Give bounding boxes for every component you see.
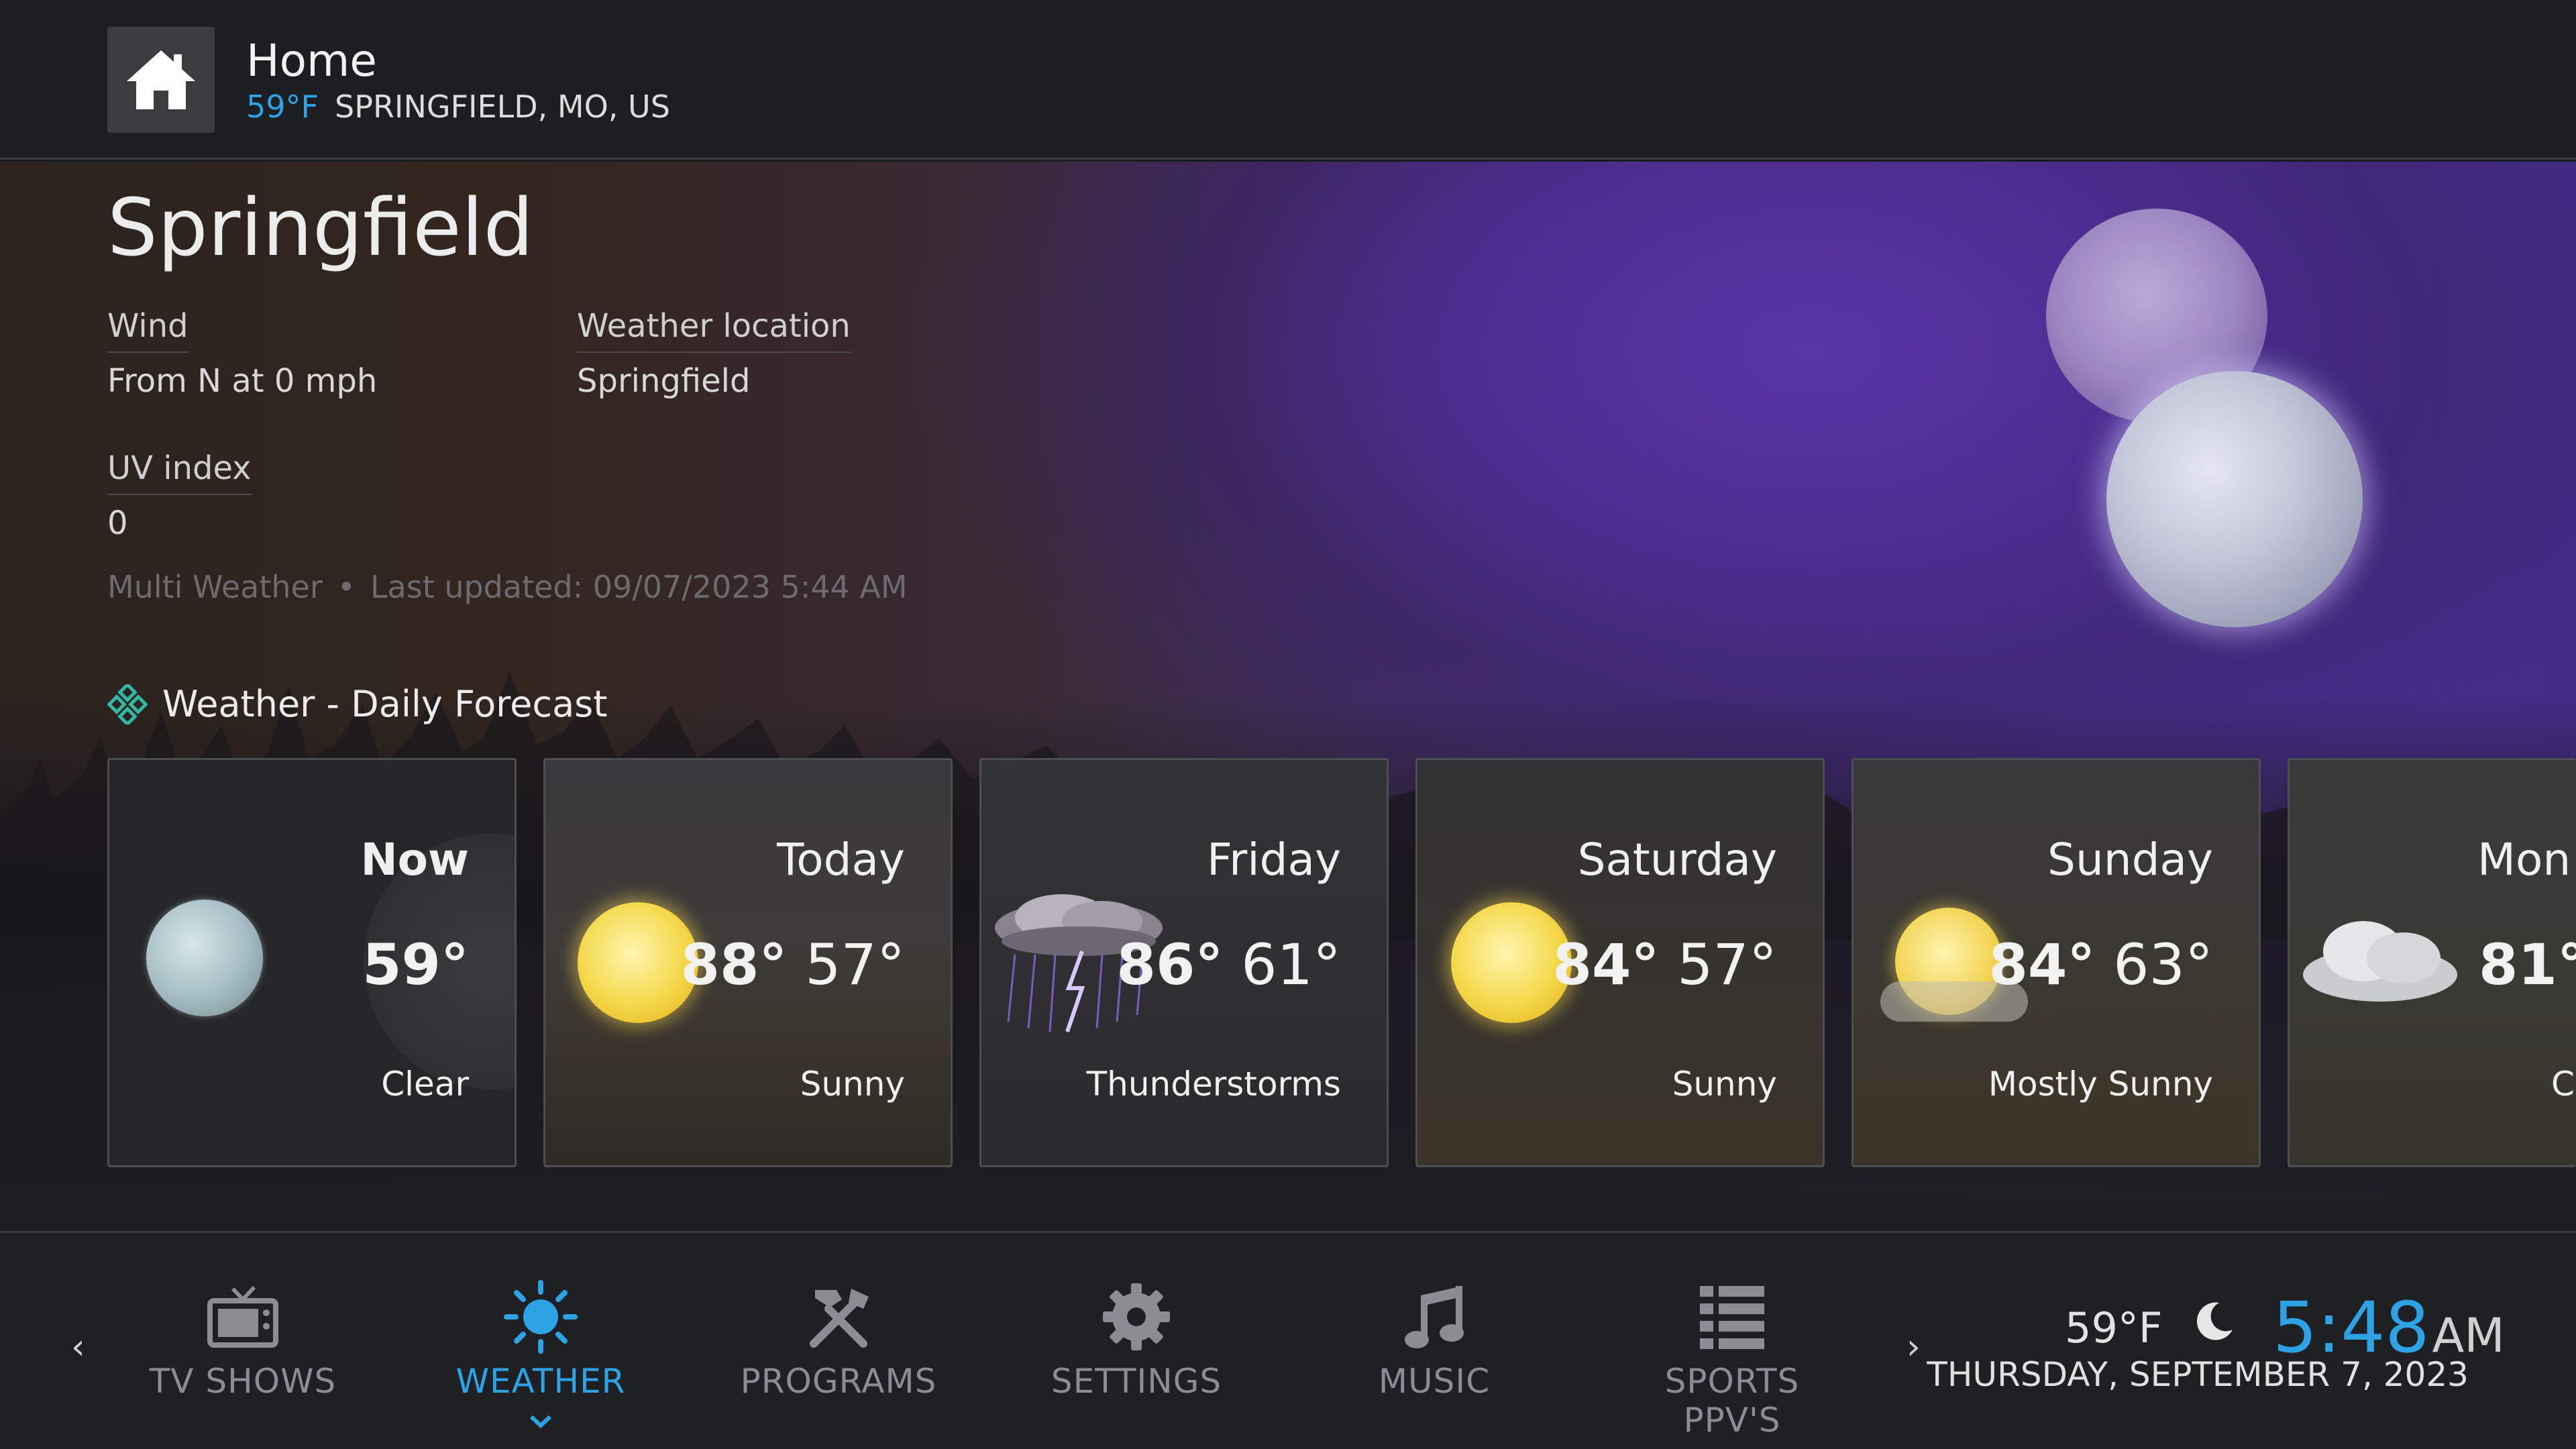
forecast-low: 63° xyxy=(2113,932,2213,998)
forecast-high: 88° xyxy=(680,932,788,998)
forecast-card-now[interactable]: Now 59° Clear xyxy=(107,758,517,1167)
forecast-section-header: Weather - Daily Forecast xyxy=(107,683,607,725)
moon-crescent-icon xyxy=(2196,1302,2233,1340)
nav-label: PROGRAMS xyxy=(740,1362,937,1401)
forecast-condition: Cl xyxy=(2551,1065,2576,1104)
chevron-down-icon xyxy=(529,1415,552,1429)
forecast-high: 59° xyxy=(362,932,469,998)
forecast-temps: 88° 57° xyxy=(681,932,906,998)
sun-icon xyxy=(504,1280,578,1354)
forecast-condition: Thunderstorms xyxy=(1086,1065,1341,1104)
tv-icon xyxy=(207,1285,278,1348)
nav-label: SPORTS PPV'S xyxy=(1664,1362,1800,1440)
city-title: Springfield xyxy=(107,181,534,274)
forecast-temps: 86° 61° xyxy=(1117,932,1342,998)
forecast-temps: 84° 57° xyxy=(1553,932,1778,998)
uv-index-value: 0 xyxy=(107,504,128,542)
forecast-temps: 84° 63° xyxy=(1989,932,2214,998)
nav-next-arrow[interactable]: › xyxy=(1907,1327,1921,1367)
forecast-card-monday[interactable]: Mon 81° Cl xyxy=(2288,758,2576,1167)
forecast-high: 84° xyxy=(1988,932,2096,998)
forecast-low: 57° xyxy=(1677,932,1777,998)
wind-label: Wind xyxy=(107,307,189,353)
weather-location-label: Weather location xyxy=(577,307,851,353)
forecast-low: 57° xyxy=(805,932,905,998)
nav-item-programs[interactable]: PROGRAMS xyxy=(718,1273,959,1401)
weather-provider: Multi Weather xyxy=(107,569,323,605)
forecast-temps: 59° xyxy=(362,932,469,998)
widget-icon xyxy=(107,684,148,724)
weather-location-value: Springfield xyxy=(577,362,751,400)
nav-label: MUSIC xyxy=(1378,1362,1491,1401)
nav-label: TV SHOWS xyxy=(149,1362,337,1401)
nav-item-music[interactable]: MUSIC xyxy=(1313,1273,1555,1401)
header-location: SPRINGFIELD, MO, US xyxy=(335,89,670,125)
date-line: THURSDAY, SEPTEMBER 7, 2023 xyxy=(1927,1355,2469,1394)
last-updated: Last updated: 09/07/2023 5:44 AM xyxy=(370,569,908,605)
home-button[interactable] xyxy=(107,27,215,133)
nav-label: WEATHER xyxy=(455,1362,626,1401)
forecast-day: Friday xyxy=(1206,834,1341,885)
forecast-condition: Sunny xyxy=(800,1065,905,1104)
uv-index-label: UV index xyxy=(107,449,252,495)
forecast-day: Now xyxy=(360,834,469,885)
forecast-day: Mon xyxy=(2477,834,2571,885)
header-temperature: 59°F xyxy=(246,89,319,125)
forecast-card-today[interactable]: Today 88° 57° Sunny xyxy=(543,758,953,1167)
forecast-card-saturday[interactable]: Saturday 84° 57° Sunny xyxy=(1415,758,1825,1167)
gear-icon xyxy=(1103,1283,1170,1350)
forecast-high: 86° xyxy=(1116,932,1224,998)
forecast-section-title: Weather - Daily Forecast xyxy=(162,683,608,725)
forecast-day: Saturday xyxy=(1577,834,1777,885)
header-title: Home xyxy=(246,35,377,87)
update-info: Multi Weather • Last updated: 09/07/2023 5… xyxy=(107,569,908,605)
nav-item-weather[interactable]: WEATHER xyxy=(420,1273,661,1401)
nav-item-settings[interactable]: SETTINGS xyxy=(1016,1273,1257,1401)
forecast-card-friday[interactable]: Friday 86° 61° Thunderstorms xyxy=(979,758,1389,1167)
status-temperature: 59°F xyxy=(2065,1303,2163,1352)
moon-icon xyxy=(146,900,263,1016)
forecast-high: 81° xyxy=(2479,932,2576,998)
top-header: Home 59°F SPRINGFIELD, MO, US xyxy=(0,0,2576,160)
forecast-low: 61° xyxy=(1241,932,1341,998)
forecast-high: 84° xyxy=(1552,932,1660,998)
cloud-icon xyxy=(2303,921,2457,1002)
forecast-condition: Mostly Sunny xyxy=(1988,1065,2213,1104)
moon-image-large xyxy=(2106,371,2363,627)
bottom-nav-bar: ‹ TV SHOWS WEATHER PROGRAMS SETTINGS MUS… xyxy=(0,1231,2576,1449)
nav-item-sports-ppvs[interactable]: SPORTS PPV'S xyxy=(1611,1273,1853,1440)
tools-icon xyxy=(810,1289,869,1348)
list-icon xyxy=(1700,1286,1764,1349)
header-subtitle: 59°F SPRINGFIELD, MO, US xyxy=(246,89,670,125)
nav-label: SETTINGS xyxy=(1051,1362,1222,1401)
home-icon xyxy=(127,50,195,109)
separator-dot: • xyxy=(337,569,356,605)
forecast-condition: Clear xyxy=(381,1065,469,1104)
forecast-day: Today xyxy=(777,834,905,885)
music-note-icon xyxy=(1405,1286,1464,1348)
nav-prev-arrow[interactable]: ‹ xyxy=(71,1327,85,1367)
forecast-card-sunday[interactable]: Sunday 84° 63° Mostly Sunny xyxy=(1851,758,2261,1167)
forecast-condition: Sunny xyxy=(1672,1065,1777,1104)
nav-item-tv-shows[interactable]: TV SHOWS xyxy=(122,1273,364,1401)
wind-value: From N at 0 mph xyxy=(107,362,378,400)
forecast-day: Sunday xyxy=(2047,834,2213,885)
